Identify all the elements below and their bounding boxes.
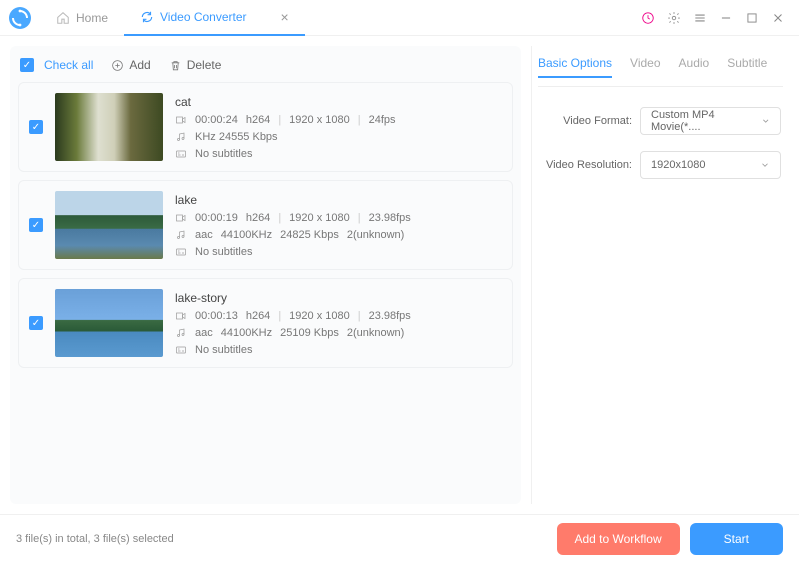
video-codec: h264 xyxy=(246,114,270,126)
status-text: 3 file(s) in total, 3 file(s) selected xyxy=(16,533,174,545)
window-controls xyxy=(641,11,791,25)
audio-codec: aac xyxy=(195,229,213,241)
resolution-select[interactable]: 1920x1080 xyxy=(640,151,781,179)
audio-channels: 2(unknown) xyxy=(347,327,404,339)
content-area: Check all Add Delete cat 00:00:24 h264| … xyxy=(0,36,799,514)
refresh-icon xyxy=(140,10,154,24)
video-icon xyxy=(175,212,187,224)
tab-home[interactable]: Home xyxy=(40,0,124,36)
subtitles: No subtitles xyxy=(195,246,252,258)
maximize-icon[interactable] xyxy=(745,11,759,25)
home-icon xyxy=(56,11,70,25)
fps: 23.98fps xyxy=(369,310,411,322)
menu-icon[interactable] xyxy=(693,11,707,25)
audio-bitrate: 25109 Kbps xyxy=(280,327,339,339)
audio-icon xyxy=(175,131,187,143)
close-icon[interactable] xyxy=(771,11,785,25)
subtitle-icon xyxy=(175,148,187,160)
tab-basic-options[interactable]: Basic Options xyxy=(538,56,612,78)
fps: 23.98fps xyxy=(369,212,411,224)
fps: 24fps xyxy=(369,114,396,126)
tab-audio[interactable]: Audio xyxy=(679,56,710,78)
audio-codec: aac xyxy=(195,327,213,339)
file-list-panel: Check all Add Delete cat 00:00:24 h264| … xyxy=(10,46,521,504)
options-tabs: Basic Options Video Audio Subtitle xyxy=(538,50,783,87)
items-list: cat 00:00:24 h264| 1920 x 1080| 24fps KH… xyxy=(18,82,513,368)
duration: 00:00:13 xyxy=(195,310,238,322)
item-checkbox[interactable] xyxy=(29,316,43,330)
thumbnail xyxy=(55,93,163,161)
footer: 3 file(s) in total, 3 file(s) selected A… xyxy=(0,514,799,562)
subtitles: No subtitles xyxy=(195,344,252,356)
tab-video-converter[interactable]: Video Converter × xyxy=(124,0,305,36)
audio-channels: 2(unknown) xyxy=(347,229,404,241)
format-label: Video Format: xyxy=(540,115,632,127)
item-title: lake-story xyxy=(175,291,411,305)
list-toolbar: Check all Add Delete xyxy=(18,54,513,82)
subtitle-icon xyxy=(175,344,187,356)
list-item[interactable]: lake 00:00:19 h264| 1920 x 1080| 23.98fp… xyxy=(18,180,513,270)
add-to-workflow-button[interactable]: Add to Workflow xyxy=(557,523,680,555)
options-panel: Basic Options Video Audio Subtitle Video… xyxy=(531,46,789,504)
item-info: lake-story 00:00:13 h264| 1920 x 1080| 2… xyxy=(175,291,411,356)
minimize-icon[interactable] xyxy=(719,11,733,25)
item-title: lake xyxy=(175,193,411,207)
audio-icon xyxy=(175,327,187,339)
options-form: Video Format: Custom MP4 Movie(*.... Vid… xyxy=(538,87,783,199)
resolution-label: Video Resolution: xyxy=(540,159,632,171)
tab-converter-label: Video Converter xyxy=(160,10,247,24)
video-icon xyxy=(175,114,187,126)
resolution: 1920 x 1080 xyxy=(289,212,350,224)
delete-label: Delete xyxy=(187,58,222,72)
format-select[interactable]: Custom MP4 Movie(*.... xyxy=(640,107,781,135)
resolution: 1920 x 1080 xyxy=(289,310,350,322)
resolution: 1920 x 1080 xyxy=(289,114,350,126)
item-checkbox[interactable] xyxy=(29,218,43,232)
video-codec: h264 xyxy=(246,310,270,322)
close-tab-icon[interactable]: × xyxy=(281,9,289,25)
audio-bitrate: 24825 Kbps xyxy=(280,229,339,241)
thumbnail xyxy=(55,289,163,357)
tab-video[interactable]: Video xyxy=(630,56,660,78)
trash-icon xyxy=(169,59,182,72)
format-value: Custom MP4 Movie(*.... xyxy=(651,109,761,133)
add-button[interactable]: Add xyxy=(111,58,150,72)
titlebar: Home Video Converter × xyxy=(0,0,799,36)
list-item[interactable]: cat 00:00:24 h264| 1920 x 1080| 24fps KH… xyxy=(18,82,513,172)
audio-line: KHz 24555 Kbps xyxy=(195,131,278,143)
duration: 00:00:24 xyxy=(195,114,238,126)
video-codec: h264 xyxy=(246,212,270,224)
add-label: Add xyxy=(129,58,150,72)
tab-home-label: Home xyxy=(76,11,108,25)
duration: 00:00:19 xyxy=(195,212,238,224)
app-logo xyxy=(8,6,32,30)
history-icon[interactable] xyxy=(641,11,655,25)
subtitle-icon xyxy=(175,246,187,258)
subtitles: No subtitles xyxy=(195,148,252,160)
list-item[interactable]: lake-story 00:00:13 h264| 1920 x 1080| 2… xyxy=(18,278,513,368)
item-checkbox[interactable] xyxy=(29,120,43,134)
audio-rate: 44100KHz xyxy=(221,229,272,241)
chevron-down-icon xyxy=(760,160,770,170)
resolution-row: Video Resolution: 1920x1080 xyxy=(540,151,781,179)
start-button[interactable]: Start xyxy=(690,523,783,555)
item-title: cat xyxy=(175,95,396,109)
check-all-label[interactable]: Check all xyxy=(44,58,93,72)
format-row: Video Format: Custom MP4 Movie(*.... xyxy=(540,107,781,135)
check-all-checkbox[interactable] xyxy=(20,58,34,72)
resolution-value: 1920x1080 xyxy=(651,159,705,171)
delete-button[interactable]: Delete xyxy=(169,58,222,72)
plus-circle-icon xyxy=(111,59,124,72)
item-info: cat 00:00:24 h264| 1920 x 1080| 24fps KH… xyxy=(175,95,396,160)
gear-icon[interactable] xyxy=(667,11,681,25)
video-icon xyxy=(175,310,187,322)
audio-icon xyxy=(175,229,187,241)
thumbnail xyxy=(55,191,163,259)
chevron-down-icon xyxy=(761,116,770,126)
item-info: lake 00:00:19 h264| 1920 x 1080| 23.98fp… xyxy=(175,193,411,258)
tab-subtitle[interactable]: Subtitle xyxy=(727,56,767,78)
audio-rate: 44100KHz xyxy=(221,327,272,339)
